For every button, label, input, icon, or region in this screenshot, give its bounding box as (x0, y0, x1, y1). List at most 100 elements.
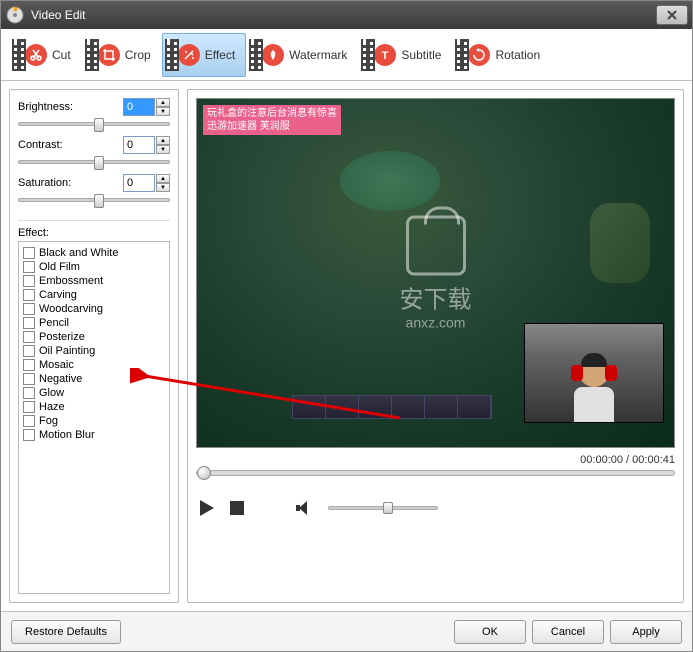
video-preview: 玩礼盒的注意后台消息有惊喜 迅游加速器 芙润服 安下载 anxz.com (196, 98, 675, 448)
effect-checkbox[interactable] (23, 289, 35, 301)
brightness-slider[interactable] (18, 122, 170, 126)
effect-item[interactable]: Negative (23, 372, 165, 386)
tab-rotation[interactable]: Rotation (452, 33, 551, 77)
contrast-down[interactable]: ▼ (156, 145, 170, 154)
saturation-down[interactable]: ▼ (156, 183, 170, 192)
contrast-label: Contrast: (18, 139, 63, 151)
time-display: 00:00:00 / 00:00:41 (196, 454, 675, 466)
effect-item[interactable]: Oil Painting (23, 344, 165, 358)
contrast-up[interactable]: ▲ (156, 136, 170, 145)
effect-checkbox[interactable] (23, 317, 35, 329)
contrast-slider[interactable] (18, 160, 170, 164)
effect-checkbox[interactable] (23, 345, 35, 357)
toolbar: Cut Crop Effect Watermark T Subtitle Rot… (1, 29, 692, 81)
brightness-label: Brightness: (18, 101, 73, 113)
saturation-input[interactable] (123, 174, 155, 192)
effect-label: Mosaic (39, 359, 74, 371)
effect-label: Fog (39, 415, 58, 427)
effect-item[interactable]: Black and White (23, 246, 165, 260)
effect-label: Oil Painting (39, 345, 95, 357)
window-title: Video Edit (31, 8, 656, 22)
effect-checkbox[interactable] (23, 373, 35, 385)
volume-thumb[interactable] (383, 502, 393, 514)
play-button[interactable] (200, 500, 214, 516)
seek-thumb[interactable] (197, 466, 211, 480)
effect-item[interactable]: Fog (23, 414, 165, 428)
tab-label: Subtitle (401, 48, 441, 62)
effect-item[interactable]: Glow (23, 386, 165, 400)
tab-effect[interactable]: Effect (162, 33, 246, 77)
right-panel: 玩礼盒的注意后台消息有惊喜 迅游加速器 芙润服 安下载 anxz.com (187, 89, 684, 603)
effect-item[interactable]: Mosaic (23, 358, 165, 372)
playback-controls (196, 500, 675, 516)
effect-list: Black and White Old FilmEmbossmentCarving… (18, 241, 170, 594)
cancel-button[interactable]: Cancel (532, 620, 604, 644)
effect-checkbox[interactable] (23, 303, 35, 315)
effect-label: Posterize (39, 331, 85, 343)
rotation-icon (455, 37, 491, 73)
effect-label: Glow (39, 387, 64, 399)
effect-label: Haze (39, 401, 65, 413)
game-hud (292, 395, 492, 419)
adjust-panel: Brightness: ▲▼ Contrast: ▲▼ Sa (18, 98, 170, 221)
effect-label: Motion Blur (39, 429, 95, 441)
effect-checkbox[interactable] (23, 387, 35, 399)
saturation-up[interactable]: ▲ (156, 174, 170, 183)
tab-subtitle[interactable]: T Subtitle (358, 33, 452, 77)
effect-icon (165, 37, 201, 73)
seek-slider[interactable] (196, 470, 675, 476)
bottom-bar: Restore Defaults OK Cancel Apply (1, 611, 692, 651)
ok-button[interactable]: OK (454, 620, 526, 644)
effect-item[interactable]: Carving (23, 288, 165, 302)
saturation-thumb[interactable] (94, 194, 104, 208)
volume-slider[interactable] (328, 506, 438, 510)
effect-label: Old Film (39, 261, 80, 273)
brightness-thumb[interactable] (94, 118, 104, 132)
effect-item[interactable]: Haze (23, 400, 165, 414)
svg-text:T: T (382, 50, 389, 62)
effect-label: Black and White (39, 247, 118, 259)
effect-checkbox[interactable] (23, 247, 35, 259)
effect-item[interactable]: Woodcarving (23, 302, 165, 316)
effect-checkbox[interactable] (23, 331, 35, 343)
effect-checkbox[interactable] (23, 359, 35, 371)
brightness-down[interactable]: ▼ (156, 107, 170, 116)
cut-icon (12, 37, 48, 73)
effect-checkbox[interactable] (23, 275, 35, 287)
effect-checkbox[interactable] (23, 401, 35, 413)
effect-checkbox[interactable] (23, 415, 35, 427)
effect-item[interactable]: Posterize (23, 330, 165, 344)
brightness-input[interactable] (123, 98, 155, 116)
effect-item[interactable]: Motion Blur (23, 428, 165, 442)
main-area: Brightness: ▲▼ Contrast: ▲▼ Sa (1, 81, 692, 611)
contrast-spinner[interactable]: ▲▼ (123, 136, 170, 154)
tab-cut[interactable]: Cut (9, 33, 82, 77)
stop-button[interactable] (230, 501, 244, 515)
video-edit-window: Video Edit Cut Crop Effect Watermark T S… (0, 0, 693, 652)
restore-defaults-button[interactable]: Restore Defaults (11, 620, 121, 644)
contrast-input[interactable] (123, 136, 155, 154)
apply-button[interactable]: Apply (610, 620, 682, 644)
saturation-label: Saturation: (18, 177, 71, 189)
effect-item[interactable]: Embossment (23, 274, 165, 288)
saturation-slider[interactable] (18, 198, 170, 202)
effect-title: Effect: (18, 227, 170, 239)
tab-watermark[interactable]: Watermark (246, 33, 358, 77)
effect-label: Carving (39, 289, 77, 301)
tab-label: Cut (52, 48, 71, 62)
video-overlay-text: 玩礼盒的注意后台消息有惊喜 迅游加速器 芙润服 (203, 105, 341, 135)
brightness-up[interactable]: ▲ (156, 98, 170, 107)
effect-checkbox[interactable] (23, 261, 35, 273)
effect-checkbox[interactable] (23, 429, 35, 441)
effect-item[interactable]: Old Film (23, 260, 165, 274)
left-panel: Brightness: ▲▼ Contrast: ▲▼ Sa (9, 89, 179, 603)
contrast-thumb[interactable] (94, 156, 104, 170)
effect-label: Woodcarving (39, 303, 103, 315)
close-button[interactable] (656, 5, 688, 25)
watermark-icon (249, 37, 285, 73)
brightness-spinner[interactable]: ▲▼ (123, 98, 170, 116)
saturation-spinner[interactable]: ▲▼ (123, 174, 170, 192)
tab-crop[interactable]: Crop (82, 33, 162, 77)
tab-label: Effect (205, 48, 235, 62)
effect-item[interactable]: Pencil (23, 316, 165, 330)
